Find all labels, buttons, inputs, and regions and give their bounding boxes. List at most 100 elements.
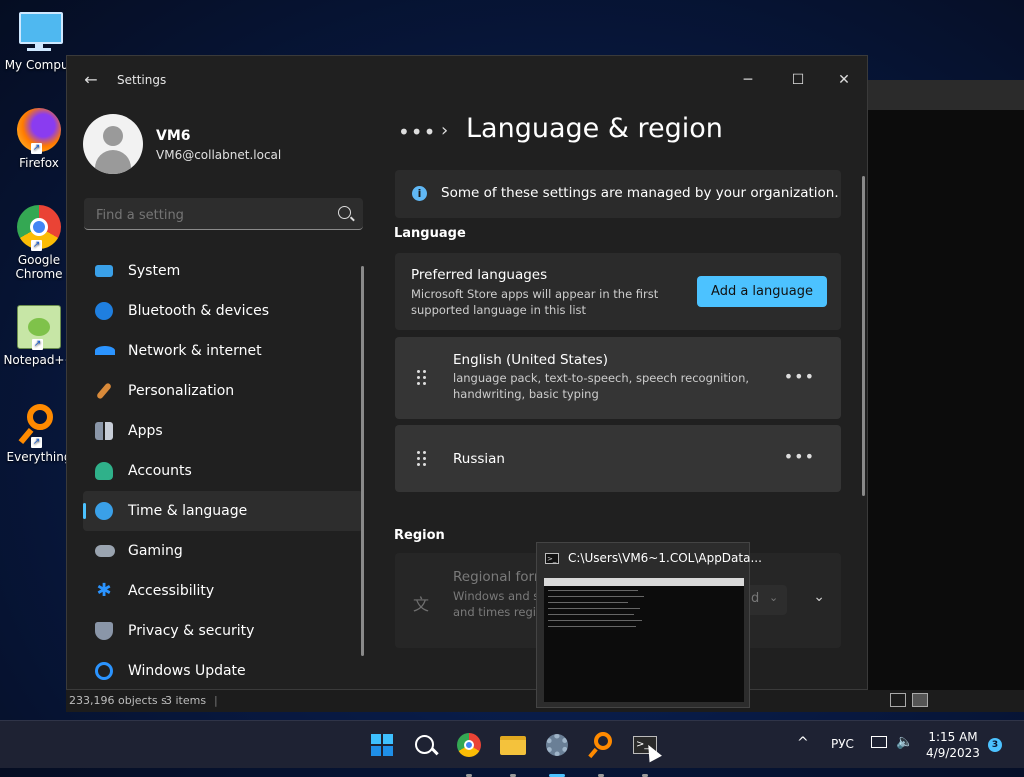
windows-logo-icon [371, 734, 393, 756]
sidebar-item-label: Gaming [128, 543, 183, 559]
everything-taskbar[interactable] [588, 732, 614, 777]
preferred-languages-title: Preferred languages [411, 267, 548, 283]
titlebar: ← Settings ─ ☐ ✕ [67, 56, 867, 104]
background-console-window [866, 80, 1024, 692]
sidebar-item-personalization[interactable]: Personalization [83, 371, 363, 411]
sidebar-item-windows-update[interactable]: Windows Update [83, 651, 363, 689]
profile-email: VM6@collabnet.local [156, 148, 282, 162]
preferred-languages-card: Preferred languages Microsoft Store apps… [395, 253, 841, 330]
regional-format-title: Regional form [453, 569, 548, 585]
explorer-item-count: 3 items [165, 694, 207, 707]
sidebar-item-time-language[interactable]: Time & language [83, 491, 363, 531]
apps-icon [95, 422, 113, 440]
sidebar-item-privacy[interactable]: Privacy & security [83, 611, 363, 651]
sidebar-item-label: Apps [128, 423, 163, 439]
more-options-button[interactable]: ••• [784, 447, 815, 466]
status-divider: | [214, 694, 218, 707]
sidebar-item-system[interactable]: System [83, 251, 363, 291]
sidebar-item-gaming[interactable]: Gaming [83, 531, 363, 571]
search-button[interactable] [412, 732, 439, 758]
minimize-button[interactable]: ─ [728, 64, 768, 96]
chrome-icon [457, 733, 481, 757]
details-view-icon[interactable] [890, 693, 906, 707]
sidebar-item-accounts[interactable]: Accounts [83, 451, 363, 491]
monitor-icon [17, 10, 63, 54]
sidebar-item-bluetooth[interactable]: Bluetooth & devices [83, 291, 363, 331]
person-icon [95, 462, 113, 480]
notepad-plus-plus-icon: ↗ [17, 305, 61, 350]
content-scrollbar[interactable] [862, 176, 865, 496]
info-icon: i [412, 186, 427, 201]
window-title: Settings [117, 73, 167, 87]
firefox-icon: ↗ [17, 108, 61, 154]
thumbnail-title: C:\Users\VM6~1.COL\AppData... [568, 551, 762, 565]
start-button[interactable] [369, 732, 395, 758]
gamepad-icon [95, 545, 115, 557]
close-button[interactable]: ✕ [824, 64, 864, 96]
language-name: Russian [453, 451, 505, 467]
shortcut-arrow-icon: ↗ [32, 339, 43, 350]
sidebar-nav: System Bluetooth & devices Network & int… [83, 251, 363, 689]
input-language-indicator[interactable]: РУС [831, 737, 854, 751]
folder-icon [500, 736, 526, 755]
add-language-button[interactable]: Add a language [697, 276, 827, 307]
maximize-button[interactable]: ☐ [778, 64, 818, 96]
sidebar-item-accessibility[interactable]: ✱ Accessibility [83, 571, 363, 611]
settings-taskbar[interactable] [544, 732, 570, 777]
sidebar-item-label: Network & internet [128, 343, 262, 359]
globe-clock-icon [95, 502, 113, 520]
chrome-taskbar[interactable] [456, 732, 482, 777]
chevron-down-icon: ⌄ [769, 591, 779, 604]
search-icon[interactable] [338, 206, 351, 219]
managed-info-banner: i Some of these settings are managed by … [395, 170, 841, 218]
sidebar-item-apps[interactable]: Apps [83, 411, 363, 451]
tray-overflow-chevron[interactable]: ^ [797, 735, 809, 751]
sidebar-item-network[interactable]: Network & internet [83, 331, 363, 371]
section-title-region: Region [394, 528, 445, 543]
search-input[interactable] [94, 204, 328, 226]
sidebar-item-label: Privacy & security [128, 623, 255, 639]
sidebar-scrollbar[interactable] [361, 266, 364, 656]
bluetooth-icon [95, 302, 113, 320]
profile-name: VM6 [156, 128, 191, 144]
more-options-button[interactable]: ••• [784, 367, 815, 386]
search-box [84, 198, 363, 230]
taskbar-thumbnail-preview[interactable]: >_ C:\Users\VM6~1.COL\AppData... [536, 542, 762, 708]
shield-icon [95, 622, 113, 640]
sidebar-item-label: Time & language [128, 503, 248, 519]
clock[interactable]: 1:15 AM 4/9/2023 [925, 729, 981, 761]
language-features: language pack, text-to-speech, speech re… [453, 371, 750, 401]
gear-icon [546, 734, 568, 756]
language-item-russian[interactable]: Russian ••• [395, 425, 841, 492]
update-icon [95, 662, 113, 680]
regional-format-value: d [751, 591, 760, 606]
wifi-icon [95, 346, 115, 355]
brush-icon [95, 382, 113, 400]
explorer-object-count: 233,196 objects s [69, 694, 167, 707]
avatar[interactable] [83, 114, 143, 174]
language-item-english[interactable]: English (United States) language pack, t… [395, 337, 841, 419]
shortcut-arrow-icon: ↗ [31, 143, 42, 154]
volume-icon[interactable]: 🔈 [896, 734, 913, 750]
search-icon [415, 735, 434, 754]
drag-handle-icon[interactable] [417, 451, 427, 467]
breadcrumb-overflow-button[interactable]: ••• [398, 120, 436, 144]
terminal-icon: >_ [545, 553, 559, 564]
drag-handle-icon[interactable] [417, 370, 427, 386]
sidebar-item-label: Personalization [128, 383, 235, 399]
back-arrow-icon[interactable]: ← [81, 70, 101, 90]
expand-chevron-icon[interactable]: ⌄ [813, 589, 825, 605]
everything-search-icon [594, 732, 612, 750]
notification-badge[interactable]: 3 [988, 738, 1002, 752]
regional-format-icon: 文 [413, 595, 430, 614]
thumbnail-console-preview [544, 578, 744, 702]
sidebar-item-label: Windows Update [128, 663, 246, 679]
network-icon[interactable] [871, 736, 887, 748]
large-icons-view-icon[interactable] [912, 693, 928, 707]
background-window-titlebar [866, 80, 1024, 110]
sidebar-item-label: Accounts [128, 463, 192, 479]
section-title-language: Language [394, 226, 466, 241]
taskbar: >_ ^ РУС 🔈 1:15 AM 4/9/2023 3 [0, 720, 1024, 777]
file-explorer-taskbar[interactable] [500, 732, 526, 777]
everything-search-icon: ↗ [17, 402, 61, 448]
